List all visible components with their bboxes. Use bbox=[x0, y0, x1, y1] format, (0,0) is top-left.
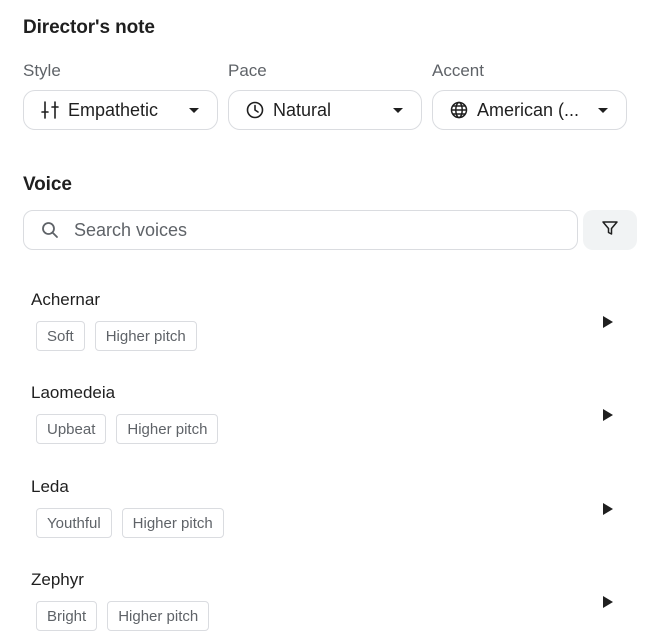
voice-tag: Higher pitch bbox=[94, 321, 197, 351]
style-label: Style bbox=[23, 61, 61, 80]
voice-tag: Soft bbox=[36, 321, 85, 351]
play-icon[interactable] bbox=[603, 409, 613, 421]
voice-item-leda[interactable]: Leda Youthful Higher pitch bbox=[23, 477, 623, 557]
voice-title: Voice bbox=[23, 174, 72, 195]
accent-select[interactable]: American (... bbox=[432, 90, 627, 130]
sliders-icon bbox=[40, 100, 60, 120]
voice-name: Leda bbox=[31, 477, 69, 496]
clock-icon bbox=[245, 100, 265, 120]
style-select-value: Empathetic bbox=[68, 99, 159, 120]
pace-select-value: Natural bbox=[273, 99, 332, 120]
filter-icon bbox=[601, 219, 619, 242]
style-select[interactable]: Empathetic bbox=[23, 90, 218, 130]
search-box[interactable] bbox=[23, 210, 578, 250]
play-icon[interactable] bbox=[603, 503, 613, 515]
voice-tags: Upbeat Higher pitch bbox=[36, 414, 219, 444]
voice-tag: Higher pitch bbox=[121, 508, 224, 538]
voice-name: Achernar bbox=[31, 290, 100, 309]
voice-item-achernar[interactable]: Achernar Soft Higher pitch bbox=[23, 290, 623, 370]
voice-tag: Upbeat bbox=[36, 414, 107, 444]
voice-item-laomedeia[interactable]: Laomedeia Upbeat Higher pitch bbox=[23, 383, 623, 463]
directors-note-title: Director's note bbox=[23, 17, 155, 38]
voice-tag: Bright bbox=[36, 601, 98, 631]
filter-button[interactable] bbox=[583, 210, 637, 250]
accent-select-value: American (... bbox=[477, 99, 580, 120]
accent-label: Accent bbox=[432, 61, 484, 80]
voice-name: Zephyr bbox=[31, 570, 84, 589]
voice-tags: Bright Higher pitch bbox=[36, 601, 210, 631]
search-icon bbox=[40, 220, 60, 240]
globe-icon bbox=[449, 100, 469, 120]
search-input[interactable] bbox=[74, 219, 514, 241]
pace-select[interactable]: Natural bbox=[228, 90, 422, 130]
voice-item-zephyr[interactable]: Zephyr Bright Higher pitch bbox=[23, 570, 623, 635]
play-icon[interactable] bbox=[603, 316, 613, 328]
voice-tags: Youthful Higher pitch bbox=[36, 508, 224, 538]
voice-tag: Higher pitch bbox=[116, 414, 219, 444]
chevron-down-icon bbox=[189, 107, 199, 113]
chevron-down-icon bbox=[393, 107, 403, 113]
pace-label: Pace bbox=[228, 61, 267, 80]
voice-tag: Higher pitch bbox=[107, 601, 210, 631]
voice-tags: Soft Higher pitch bbox=[36, 321, 197, 351]
voice-tag: Youthful bbox=[36, 508, 112, 538]
voice-name: Laomedeia bbox=[31, 383, 116, 402]
play-icon[interactable] bbox=[603, 596, 613, 608]
chevron-down-icon bbox=[598, 107, 608, 113]
